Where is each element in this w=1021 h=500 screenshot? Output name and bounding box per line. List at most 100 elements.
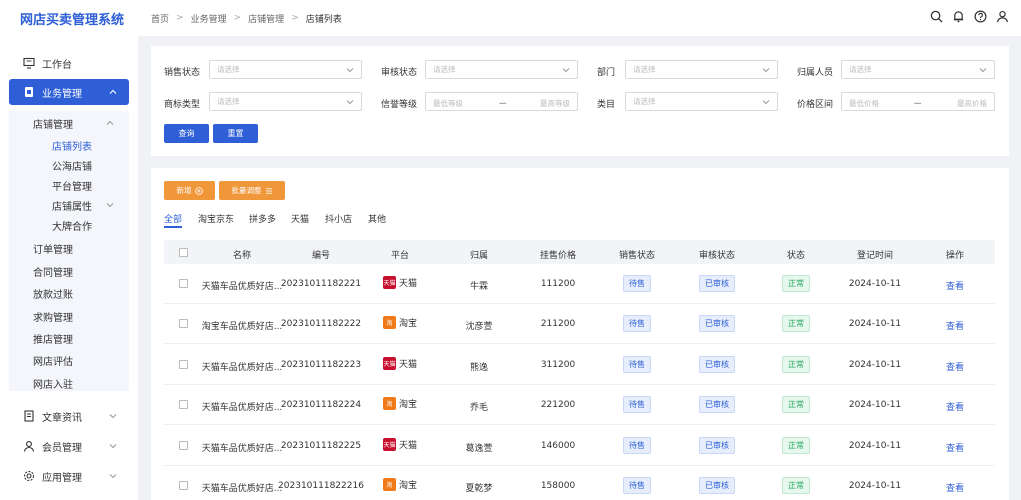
row-checkbox[interactable]: [179, 319, 188, 328]
chevron-down-icon: [346, 100, 354, 105]
table-row: 淘宝车品优质好店... 20231011182222 淘淘宝 沈彦萱 211200 待售 已…: [164, 304, 995, 344]
audit-status-select[interactable]: 请选择: [425, 60, 578, 79]
table-row: 天猫车品优质好店... 20231011182221 天猫 天猫 牛霖 111200 待售 已…: [164, 264, 995, 304]
chevron-up-icon: [106, 120, 114, 125]
sidebar-item-platform-management[interactable]: 平台管理: [52, 178, 92, 193]
sidebar-item-shop-management[interactable]: 店铺管理: [33, 116, 73, 131]
tab-taobao-jd[interactable]: 淘宝京东: [198, 212, 234, 225]
listing-price: 211200: [540, 319, 576, 329]
sidebar-item-orders[interactable]: 订单管理: [33, 241, 73, 256]
trademark-type-select[interactable]: 请选择: [209, 92, 362, 111]
listing-price: 311200: [540, 360, 576, 370]
breadcrumb-business[interactable]: 业务管理: [191, 12, 227, 25]
chevron-down-icon: [106, 203, 114, 208]
sidebar-item-shop-onboarding[interactable]: 网店入驻: [33, 376, 73, 391]
shop-name: 天猫车品优质好店...: [201, 484, 283, 494]
platform-name: 天猫: [398, 360, 418, 370]
breadcrumb-shop-management[interactable]: 店铺管理: [248, 12, 284, 25]
category-select[interactable]: 请选择: [625, 92, 778, 111]
select-all-checkbox[interactable]: [179, 248, 188, 257]
shop-name: 天猫车品优质好店...: [201, 282, 283, 292]
tmall-logo-icon: 天猫: [382, 438, 396, 451]
department-select[interactable]: 请选择: [625, 60, 778, 79]
row-checkbox[interactable]: [179, 279, 188, 288]
listing-price: 221200: [540, 400, 576, 410]
range-separator: 一: [499, 99, 507, 108]
audit-status-badge: 已审核: [699, 396, 735, 413]
listing-price: 158000: [540, 481, 576, 491]
column-header: 挂售价格: [539, 251, 577, 261]
tab-douyin-shop[interactable]: 抖小店: [325, 212, 352, 225]
shop-code: 20231011182223: [280, 360, 362, 370]
sidebar-item-articles[interactable]: 文章资讯: [9, 403, 129, 429]
audit-status-badge: 已审核: [699, 477, 735, 494]
sidebar-item-purchase-requests[interactable]: 求购管理: [33, 309, 73, 324]
register-date: 2024-10-11: [848, 481, 902, 491]
platform-cell: 天猫 天猫: [382, 276, 417, 289]
view-link[interactable]: 查看: [946, 441, 964, 454]
sidebar-item-label: 会员管理: [42, 442, 82, 454]
table-header: 名称 编号 平台 归属 挂售价格 销售状态 审核状态 状态 登记时间 操作: [164, 240, 995, 264]
tab-all[interactable]: 全部: [164, 212, 182, 225]
help-icon[interactable]: [974, 10, 987, 23]
query-button[interactable]: 查询: [164, 124, 209, 143]
tab-tmall[interactable]: 天猫: [291, 212, 309, 225]
search-icon[interactable]: [930, 10, 943, 23]
sidebar-item-applications[interactable]: 应用管理: [9, 463, 129, 489]
plus-circle-icon: [194, 186, 203, 195]
sidebar-item-loan-posting[interactable]: 放款过账: [33, 286, 73, 301]
sidebar-item-members[interactable]: 会员管理: [9, 433, 129, 459]
chevron-up-icon: [109, 89, 117, 94]
bell-icon[interactable]: [952, 10, 965, 23]
row-checkbox[interactable]: [179, 360, 188, 369]
sales-status-badge: 待售: [623, 437, 651, 454]
row-checkbox[interactable]: [179, 441, 188, 450]
sidebar-item-shop-promotion[interactable]: 推店管理: [33, 331, 73, 346]
select-placeholder: 请选择: [633, 97, 656, 106]
column-header: 审核状态: [698, 251, 736, 261]
document-icon: [24, 410, 34, 422]
shop-code: 20231011182222: [280, 319, 362, 329]
sales-status-select[interactable]: 请选择: [209, 60, 362, 79]
sidebar-item-contracts[interactable]: 合同管理: [33, 264, 73, 279]
credit-level-min-input[interactable]: 最低等级: [433, 98, 463, 109]
tab-other[interactable]: 其他: [368, 212, 386, 225]
view-link[interactable]: 查看: [946, 481, 964, 494]
sales-status-badge: 待售: [623, 315, 651, 332]
price-min-input[interactable]: 最低价格: [849, 98, 879, 109]
row-checkbox[interactable]: [179, 400, 188, 409]
shop-name: 天猫车品优质好店...: [201, 363, 283, 373]
owner-name: 乔毛: [469, 403, 489, 413]
platform-cell: 淘淘宝: [382, 397, 417, 410]
view-link[interactable]: 查看: [946, 360, 964, 373]
owner-select[interactable]: 请选择: [841, 60, 995, 79]
view-link[interactable]: 查看: [946, 319, 964, 332]
register-date: 2024-10-11: [848, 360, 902, 370]
table-row: 天猫车品优质好店... 202310111822216 淘淘宝 夏乾梦 158000 待售…: [164, 466, 995, 500]
breadcrumb-home[interactable]: 首页: [151, 12, 169, 25]
owner-label: 归属人员: [797, 68, 834, 78]
sidebar-item-workbench[interactable]: 工作台: [9, 50, 129, 76]
price-max-input[interactable]: 最高价格: [957, 98, 987, 109]
credit-level-max-input[interactable]: 最高等级: [540, 98, 570, 109]
sidebar-item-shop-attributes[interactable]: 店铺属性: [52, 198, 92, 213]
credit-level-range[interactable]: 最低等级 一 最高等级: [425, 92, 578, 111]
price-range[interactable]: 最低价格 一 最高价格: [841, 92, 995, 111]
sidebar-item-public-shops[interactable]: 公海店铺: [52, 158, 92, 173]
row-checkbox[interactable]: [179, 481, 188, 490]
view-link[interactable]: 查看: [946, 279, 964, 292]
shop-name: 天猫车品优质好店...: [201, 444, 283, 454]
sidebar-item-business[interactable]: 业务管理: [9, 79, 129, 105]
select-placeholder: 请选择: [849, 65, 872, 74]
reset-button[interactable]: 重置: [213, 124, 258, 143]
view-link[interactable]: 查看: [946, 400, 964, 413]
platform-cell: 天猫 天猫: [382, 357, 418, 370]
batch-adjust-button[interactable]: 批量调整: [219, 181, 285, 200]
sidebar-item-brand-cooperation[interactable]: 大牌合作: [52, 218, 92, 233]
sidebar-item-shop-evaluation[interactable]: 网店评估: [33, 353, 73, 368]
sidebar-item-shop-list[interactable]: 店铺列表: [52, 138, 92, 153]
add-button[interactable]: 新增: [164, 181, 215, 200]
trademark-type-label: 商标类型: [164, 100, 201, 110]
user-icon[interactable]: [996, 10, 1009, 23]
tab-pinduoduo[interactable]: 拼多多: [249, 212, 276, 225]
